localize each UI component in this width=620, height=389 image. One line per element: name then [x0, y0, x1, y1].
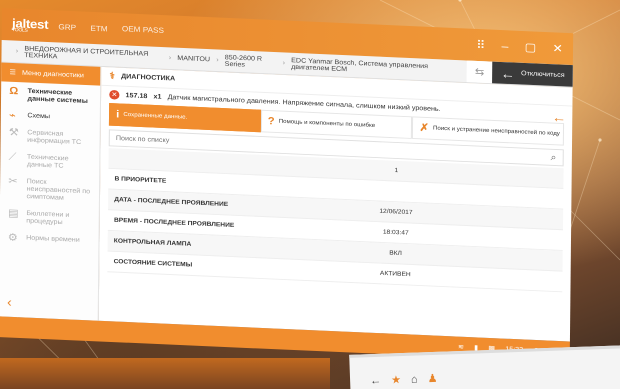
- wrench-icon: ⚒: [8, 126, 19, 139]
- nav-grp[interactable]: GRP: [58, 22, 76, 31]
- gear-icon: ⚙: [7, 232, 18, 244]
- nav-oem-pass[interactable]: OEM PASS: [122, 25, 164, 35]
- row-label: ДАТА - ПОСЛЕДНЕЕ ПРОЯВЛЕНИЕ: [114, 196, 229, 208]
- breadcrumb-item[interactable]: 850-2600 R Series: [225, 54, 277, 69]
- sidebar-item-label: Сервисная информация ТС: [27, 129, 82, 146]
- restore-icon[interactable]: ▢: [525, 40, 537, 54]
- breadcrumb-item[interactable]: MANITOU: [177, 55, 210, 63]
- info-icon: i: [116, 108, 120, 120]
- row-label: В ПРИОРИТЕТЕ: [114, 175, 167, 185]
- arrow-left-icon: ←: [369, 374, 382, 387]
- row-label: КОНТРОЛЬНАЯ ЛАМПА: [113, 237, 192, 248]
- sidebar-item-time-norms[interactable]: ⚙ Нормы времени: [0, 228, 99, 249]
- app-logo: jaltest TOOLS: [11, 15, 49, 34]
- sidebar-item-label: Технические данные системы: [27, 88, 88, 105]
- row-value: АКТИВЕН: [379, 270, 411, 279]
- search-icon[interactable]: ⌕: [544, 152, 562, 163]
- diagnosis-icon: ⚕: [109, 71, 116, 82]
- row-label: [109, 158, 291, 166]
- sidebar-item-label: Бюллетени и процедуры: [26, 210, 70, 227]
- chevron-right-icon: ›: [282, 59, 286, 67]
- chevron-right-icon: ›: [216, 56, 219, 64]
- content: ☰ Меню диагностики Ω Технические данные …: [0, 62, 573, 342]
- disconnect-button[interactable]: ← Отключиться: [492, 61, 573, 87]
- main-panel: ⚕ ДИАГНОСТИКА ✕ 157.18 x1 Датчик магистр…: [98, 66, 573, 342]
- app-window: jaltest TOOLS GRP ETM OEM PASS ⠿ – ▢ ✕ ›…: [0, 8, 574, 372]
- minimize-icon[interactable]: –: [501, 39, 508, 52]
- swap-icon[interactable]: ⇆: [467, 65, 493, 78]
- home-icon: ⌂: [410, 373, 418, 386]
- sidebar-item-label: Технические данные ТС: [26, 153, 69, 170]
- arrow-left-icon[interactable]: ←: [552, 109, 566, 125]
- ruler-icon: ⟋: [8, 151, 17, 163]
- menu-icon: ☰: [9, 69, 16, 77]
- plug-icon: ⌁: [8, 109, 16, 122]
- sidebar-item-label: Поиск неисправностей по симптомам: [26, 178, 91, 202]
- row-value: [290, 187, 563, 199]
- close-icon[interactable]: ✕: [552, 42, 562, 56]
- error-code: 157.18: [125, 91, 148, 100]
- tools-icon: ✂: [8, 175, 18, 188]
- chevron-left-icon[interactable]: ‹: [0, 286, 98, 320]
- error-count: x1: [153, 93, 162, 101]
- question-icon: ?: [267, 115, 275, 127]
- person-icon: ♟: [427, 372, 438, 386]
- window-controls: ⠿ – ▢ ✕: [476, 38, 563, 55]
- chevron-right-icon: ›: [15, 48, 19, 55]
- row-label: СОСТОЯНИЕ СИСТЕМЫ: [113, 258, 193, 269]
- chevron-right-icon: ›: [168, 54, 172, 62]
- omega-icon: Ω: [9, 85, 19, 98]
- tab-label: Сохраненные данные.: [123, 111, 188, 121]
- desk-surface: [0, 358, 330, 389]
- breadcrumb-item[interactable]: EDC Yanmar Bosch, Система управления дви…: [291, 57, 461, 78]
- page-title-label: ДИАГНОСТИКА: [121, 73, 176, 83]
- book-icon: ▤: [7, 207, 19, 220]
- disconnect-label: Отключиться: [521, 70, 565, 79]
- data-table: 1 В ПРИОРИТЕТЕ ДАТА - ПОСЛЕДНЕЕ ПРОЯВЛЕН…: [107, 148, 564, 293]
- row-label: ВРЕМЯ - ПОСЛЕДНЕЕ ПРОЯВЛЕНИЕ: [114, 217, 235, 229]
- star-icon: ★: [390, 374, 402, 387]
- error-icon: ✕: [109, 89, 120, 100]
- breadcrumb-item[interactable]: ВНЕДОРОЖНАЯ И СТРОИТЕЛЬНАЯ ТЕХНИКА: [24, 45, 162, 64]
- tab-label: Поиск и устранение неисправностей по код…: [432, 125, 560, 137]
- tools-icon: ✗: [419, 121, 429, 134]
- wifi-icon: ≋: [457, 344, 465, 351]
- grid-icon[interactable]: ⠿: [476, 38, 485, 52]
- sidebar-item-symptoms[interactable]: ✂ Поиск неисправностей по симптомам: [0, 172, 99, 208]
- sidebar: ☰ Меню диагностики Ω Технические данные …: [0, 62, 102, 321]
- sidebar-item-label: Схемы: [27, 112, 51, 121]
- tab-label: Помощь и компоненты по ошибке: [278, 118, 376, 129]
- nav-etm[interactable]: ETM: [90, 24, 107, 33]
- sidebar-item-label: Нормы времени: [26, 234, 80, 244]
- sidebar-header-label: Меню диагностики: [21, 69, 84, 79]
- arrow-left-icon: ←: [500, 65, 516, 81]
